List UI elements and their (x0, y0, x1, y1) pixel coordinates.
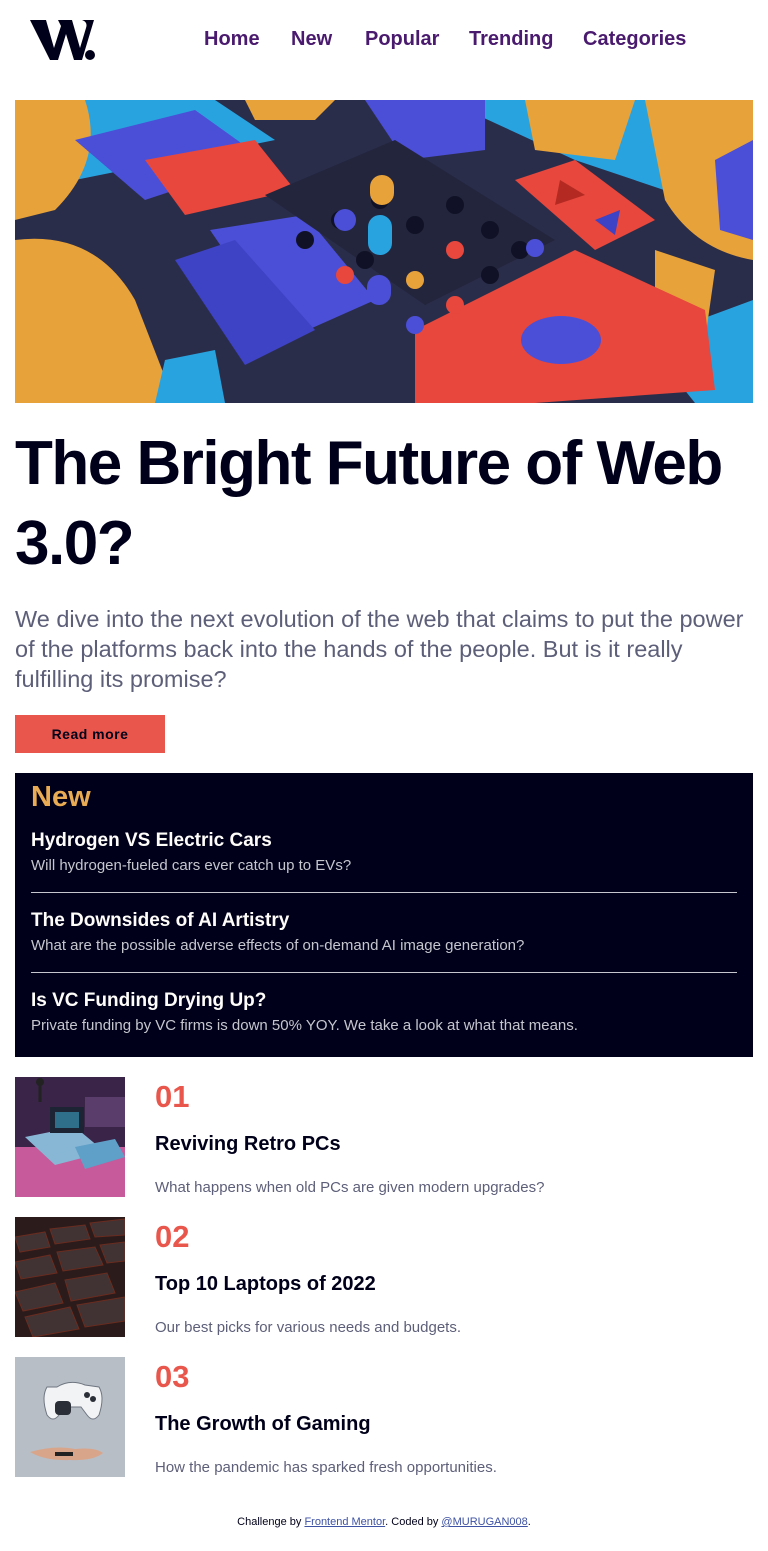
new-item-title[interactable]: Hydrogen VS Electric Cars (31, 829, 737, 853)
new-item-desc: Private funding by VC firms is down 50% … (31, 1017, 578, 1034)
new-item[interactable]: Hydrogen VS Electric Cars Will hydrogen-… (31, 829, 737, 876)
new-item[interactable]: The Downsides of AI Artistry What are th… (31, 909, 737, 956)
site-header: Home New Popular Trending Categories (0, 0, 768, 82)
retro-pcs-thumbnail (15, 1077, 125, 1197)
hero-title-line2: 3.0? (15, 509, 135, 578)
new-heading: New (31, 781, 91, 813)
footer-attribution: Challenge by Frontend Mentor. Coded by @… (0, 1516, 768, 1528)
divider (31, 972, 737, 973)
item-title[interactable]: Top 10 Laptops of 2022 (155, 1273, 376, 1296)
item-title[interactable]: Reviving Retro PCs (155, 1133, 341, 1156)
new-item-title[interactable]: Is VC Funding Drying Up? (31, 989, 737, 1013)
footer-middle: . Coded by (385, 1516, 442, 1528)
nav-home[interactable]: Home (204, 28, 260, 51)
numbered-item[interactable]: 01 Reviving Retro PCs What happens when … (15, 1077, 753, 1197)
nav-popular[interactable]: Popular (365, 28, 439, 51)
nav-new[interactable]: New (291, 28, 332, 51)
read-more-button[interactable]: Read more (15, 715, 165, 753)
hero-title-line1: The Bright Future of Web (15, 429, 723, 498)
numbered-item[interactable]: 03 The Growth of Gaming How the pandemic… (15, 1357, 753, 1477)
gaming-thumbnail (15, 1357, 125, 1477)
nav-categories[interactable]: Categories (583, 28, 686, 51)
hero-title: The Bright Future of Web 3.0? (15, 424, 755, 584)
item-desc: Our best picks for various needs and bud… (155, 1319, 462, 1336)
footer-prefix: Challenge by (237, 1516, 305, 1528)
new-item-desc: What are the possible adverse effects of… (31, 937, 525, 954)
hero-description: We dive into the next evolution of the w… (15, 606, 744, 692)
item-desc: What happens when old PCs are given mode… (155, 1179, 545, 1196)
item-number: 01 (155, 1079, 190, 1114)
item-desc: How the pandemic has sparked fresh oppor… (155, 1459, 497, 1476)
laptops-thumbnail (15, 1217, 125, 1337)
item-number: 02 (155, 1219, 190, 1254)
logo[interactable] (30, 18, 96, 62)
new-item-title[interactable]: The Downsides of AI Artistry (31, 909, 737, 933)
hero-image (15, 100, 753, 403)
divider (31, 892, 737, 893)
author-link[interactable]: @MURUGAN008 (441, 1516, 527, 1528)
item-number: 03 (155, 1359, 190, 1394)
footer-suffix: . (527, 1516, 531, 1528)
new-item-desc: Will hydrogen-fueled cars ever catch up … (31, 857, 352, 874)
item-title[interactable]: The Growth of Gaming (155, 1413, 371, 1436)
nav-trending[interactable]: Trending (469, 28, 553, 51)
new-panel: New Hydrogen VS Electric Cars Will hydro… (15, 773, 753, 1057)
frontend-mentor-link[interactable]: Frontend Mentor (304, 1516, 385, 1528)
numbered-item[interactable]: 02 Top 10 Laptops of 2022 Our best picks… (15, 1217, 753, 1337)
new-item[interactable]: Is VC Funding Drying Up? Private funding… (31, 989, 737, 1036)
